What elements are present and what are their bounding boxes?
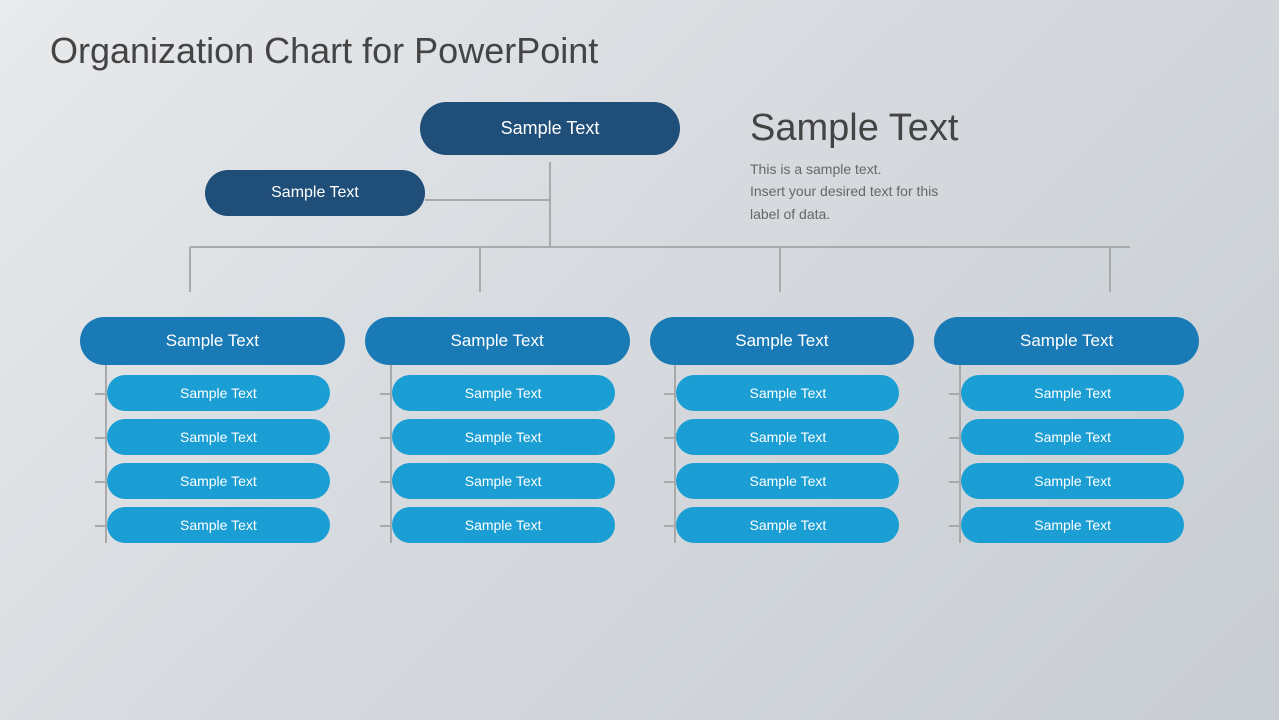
column-1-item-2[interactable]: Sample Text — [392, 463, 615, 499]
side-node-label: Sample Text — [205, 170, 425, 216]
column-3-item-2[interactable]: Sample Text — [961, 463, 1184, 499]
column-2: Sample Text Sample Text Sample Text Sample … — [650, 317, 915, 543]
column-3-item-0[interactable]: Sample Text — [961, 375, 1184, 411]
column-0: Sample Text Sample Text Sample Text Sample … — [80, 317, 345, 543]
top-node[interactable]: Sample Text — [420, 102, 680, 155]
page-title: Organization Chart for PowerPoint — [50, 30, 1229, 72]
column-0-item-0[interactable]: Sample Text — [107, 375, 330, 411]
column-0-item-3[interactable]: Sample Text — [107, 507, 330, 543]
column-0-item-1[interactable]: Sample Text — [107, 419, 330, 455]
column-2-header[interactable]: Sample Text — [650, 317, 915, 365]
columns-row: Sample Text Sample Text Sample Text Sample … — [80, 317, 1199, 543]
column-0-item-2[interactable]: Sample Text — [107, 463, 330, 499]
info-title: Sample Text — [750, 107, 1090, 150]
column-3-item-1[interactable]: Sample Text — [961, 419, 1184, 455]
column-1-item-0[interactable]: Sample Text — [392, 375, 615, 411]
column-1-item-1[interactable]: Sample Text — [392, 419, 615, 455]
column-0-header[interactable]: Sample Text — [80, 317, 345, 365]
column-2-item-1[interactable]: Sample Text — [676, 419, 899, 455]
chart-area: Sample Text Sample Text Sample Text This… — [50, 92, 1229, 682]
column-2-items: Sample Text Sample Text Sample Text Sample … — [674, 365, 899, 543]
slide: Organization Chart for PowerPoint Sample… — [0, 0, 1279, 720]
info-box: Sample Text This is a sample text.Insert… — [750, 107, 1090, 225]
top-node-label: Sample Text — [420, 102, 680, 155]
column-2-item-3[interactable]: Sample Text — [676, 507, 899, 543]
column-3-item-3[interactable]: Sample Text — [961, 507, 1184, 543]
column-1: Sample Text Sample Text Sample Text Sample … — [365, 317, 630, 543]
column-2-item-2[interactable]: Sample Text — [676, 463, 899, 499]
column-3-header[interactable]: Sample Text — [934, 317, 1199, 365]
column-1-item-3[interactable]: Sample Text — [392, 507, 615, 543]
column-0-items: Sample Text Sample Text Sample Text Sample … — [105, 365, 330, 543]
column-1-items: Sample Text Sample Text Sample Text Sample … — [390, 365, 615, 543]
column-1-header[interactable]: Sample Text — [365, 317, 630, 365]
info-description: This is a sample text.Insert your desire… — [750, 158, 1090, 225]
column-3: Sample Text Sample Text Sample Text Sample … — [934, 317, 1199, 543]
column-3-items: Sample Text Sample Text Sample Text Sample … — [959, 365, 1184, 543]
column-2-item-0[interactable]: Sample Text — [676, 375, 899, 411]
side-node[interactable]: Sample Text — [205, 170, 425, 216]
